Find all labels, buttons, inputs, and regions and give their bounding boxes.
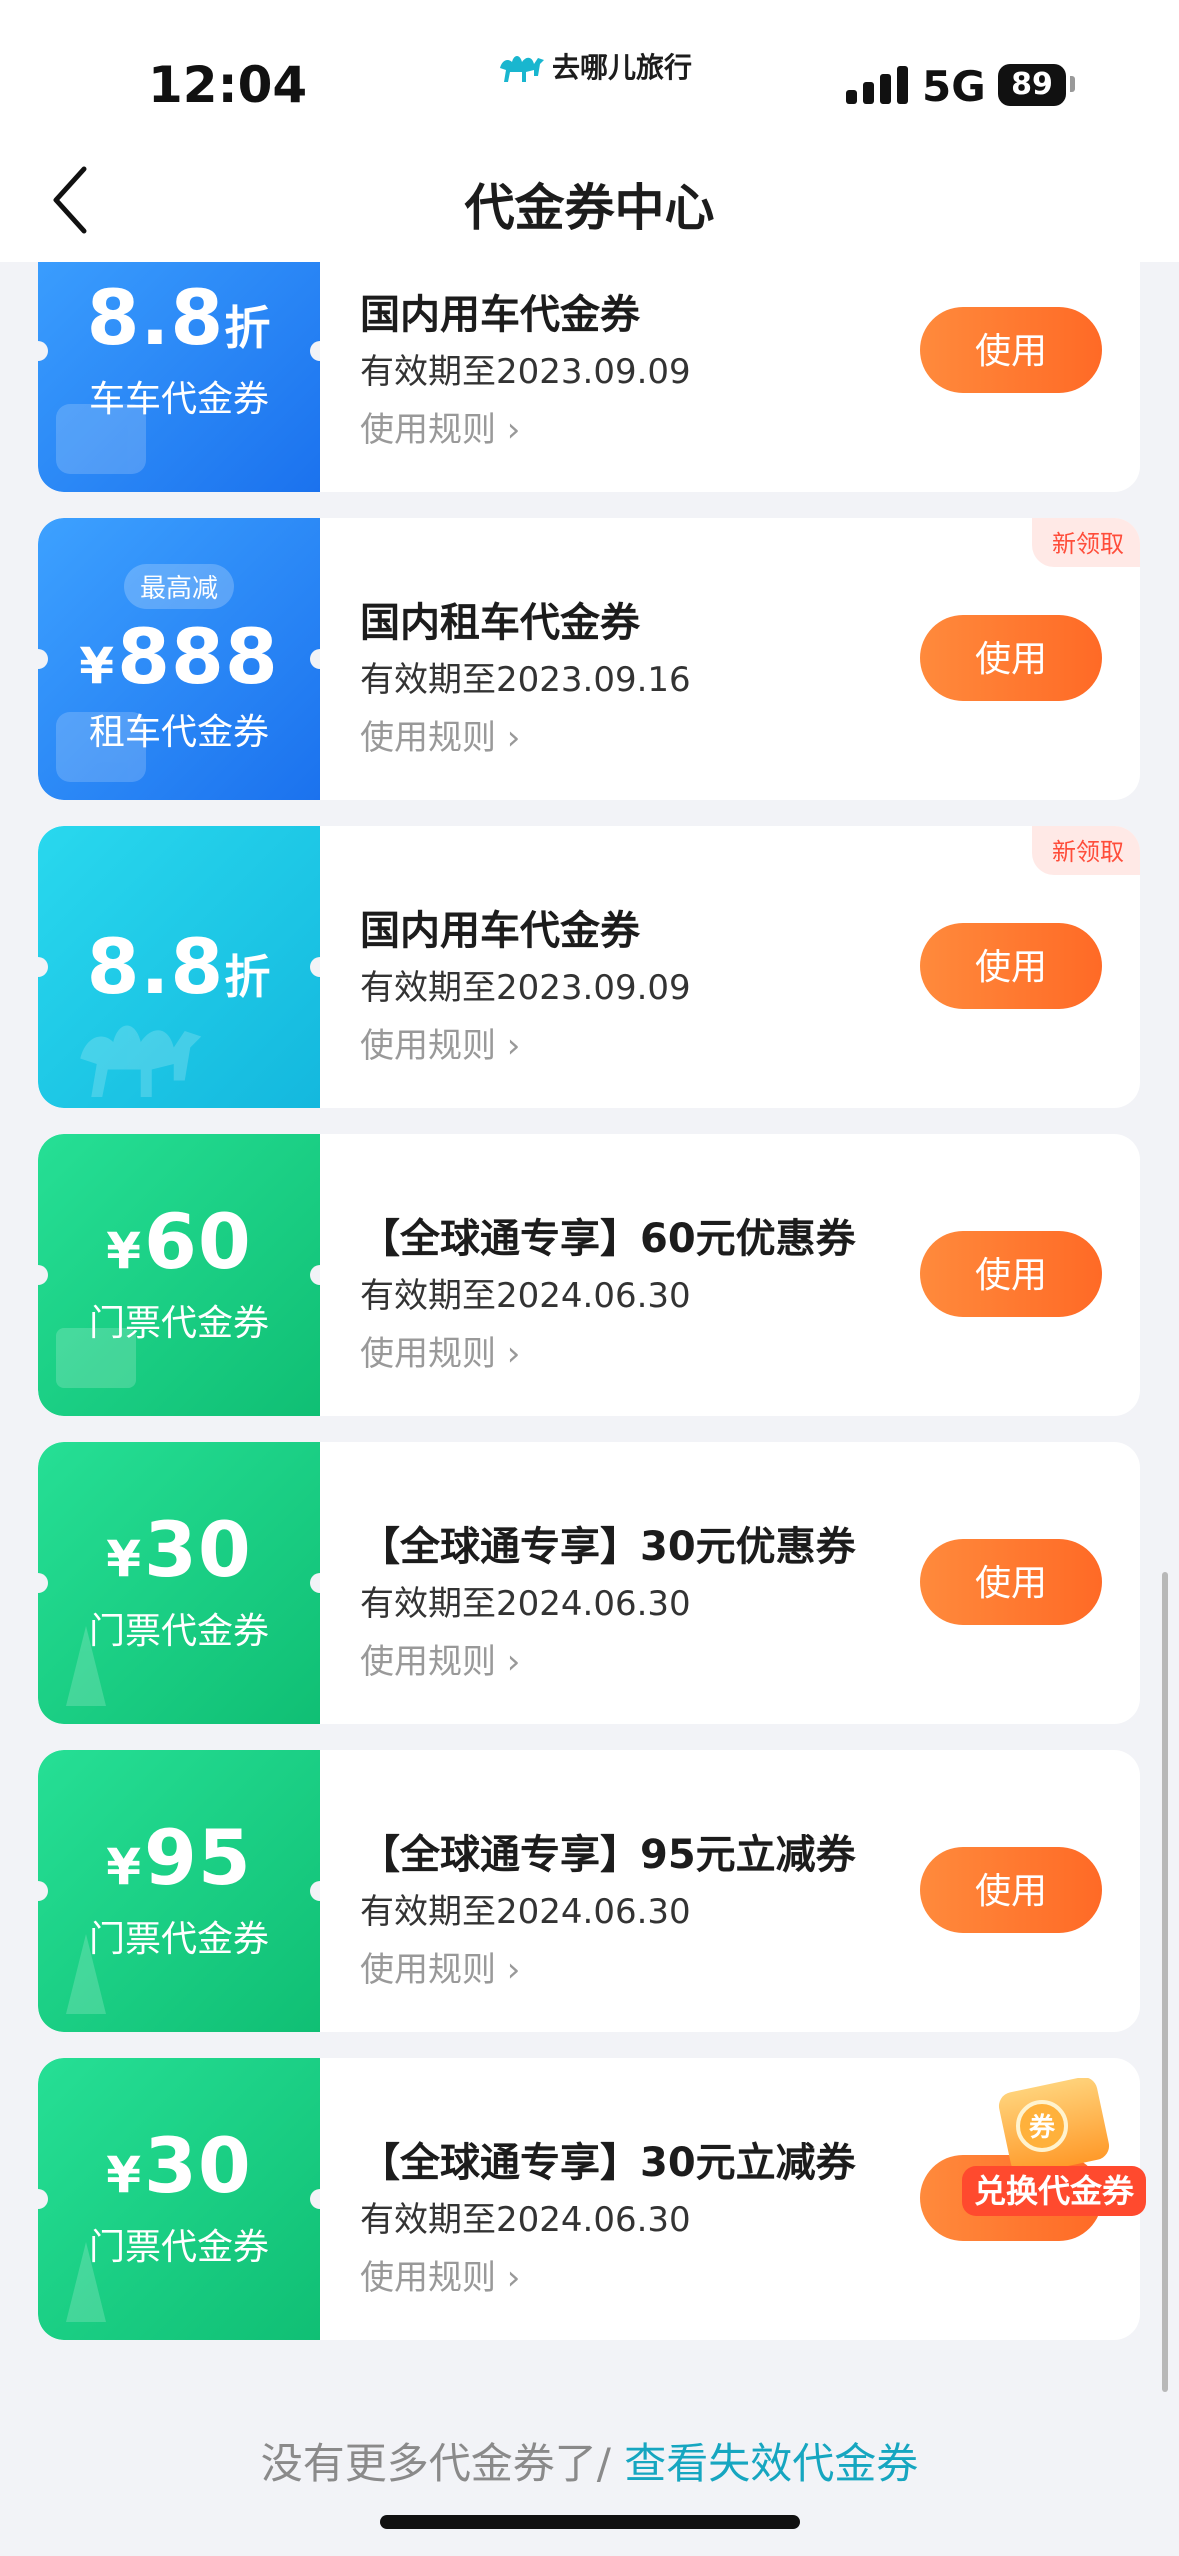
coupon-amount: ¥95 [106, 1813, 252, 1902]
list-footer: 没有更多代金券了/ 查看失效代金券 [0, 2430, 1179, 2491]
coupon-amount: ¥30 [106, 2121, 252, 2210]
coupon-rules-link[interactable]: 使用规则 › [360, 710, 520, 759]
use-button[interactable]: 使用 [920, 1231, 1102, 1317]
home-indicator[interactable] [380, 2515, 800, 2529]
use-button[interactable]: 使用 [920, 923, 1102, 1009]
network-type: 5G [922, 62, 986, 111]
coupon-stub: ¥60 门票代金券 [38, 1134, 320, 1416]
coupon-stub: ¥95 门票代金券 [38, 1750, 320, 2032]
coupon-rules-link[interactable]: 使用规则 › [360, 1942, 520, 1991]
coupon-stub: ¥30 门票代金券 [38, 1442, 320, 1724]
coupon-stub-label: 门票代金券 [88, 1303, 269, 1344]
redeem-label: 兑换代金券 [974, 2172, 1135, 2210]
coupon-card: ¥60 门票代金券 【全球通专享】60元优惠券 有效期至2024.06.30 使… [38, 1134, 1140, 1416]
coupon-validity: 有效期至2023.09.09 [360, 968, 691, 1008]
coupon-amount: 8.8折 [86, 922, 272, 1011]
app-label: 去哪儿旅行 [496, 46, 692, 86]
page-title: 代金券中心 [464, 179, 715, 237]
coupon-rules-link[interactable]: 使用规则 › [360, 1326, 520, 1375]
coupon-stub: 8.8折 [38, 826, 320, 1108]
coupon-card: ¥30 门票代金券 【全球通专享】30元优惠券 有效期至2024.06.30 使… [38, 1442, 1140, 1724]
camel-logo-icon [500, 56, 544, 82]
coupon-title: 国内租车代金券 [360, 600, 640, 646]
top-bar: 12:04 去哪儿旅行 5G 89 代金券中心 [0, 0, 1179, 262]
coupon-stub: ¥30 门票代金券 [38, 2058, 320, 2340]
camel-watermark-icon [80, 1025, 202, 1097]
coupon-validity: 有效期至2023.09.16 [360, 660, 691, 700]
scrollbar[interactable] [1162, 1572, 1168, 2392]
coupon-title: 【全球通专享】30元立减券 [360, 2140, 856, 2186]
coupon-card: ¥95 门票代金券 【全球通专享】95元立减券 有效期至2024.06.30 使… [38, 1750, 1140, 2032]
no-more-text: 没有更多代金券了/ [260, 2439, 625, 2488]
status-time: 12:04 [148, 56, 308, 114]
use-button[interactable]: 使用 [920, 615, 1102, 701]
coupon-stub-label: 门票代金券 [88, 1919, 269, 1960]
coupon-amount: ¥60 [106, 1197, 252, 1286]
redeem-icon-text: 券 [1029, 2113, 1056, 2143]
redeem-coupon-button[interactable]: 券 兑换代金券 [956, 2077, 1152, 2228]
coupon-amount: 8.8折 [86, 273, 272, 362]
coupon-validity: 有效期至2024.06.30 [360, 1276, 691, 1316]
coupon-title: 国内用车代金券 [360, 908, 640, 954]
coupon-rules-link[interactable]: 使用规则 › [360, 2250, 520, 2299]
coupon-amount: ¥888 [79, 611, 279, 701]
coupon-rules-link[interactable]: 使用规则 › [360, 1018, 520, 1067]
coupon-title: 【全球通专享】95元立减券 [360, 1832, 856, 1878]
coupon-rules-link[interactable]: 使用规则 › [360, 1634, 520, 1683]
coupon-stub-label: 门票代金券 [88, 2227, 269, 2268]
coupon-validity: 有效期至2024.06.30 [360, 2200, 691, 2240]
coupon-amount: ¥30 [106, 1505, 252, 1594]
battery-icon: 89 [998, 64, 1066, 106]
coupon-title: 【全球通专享】60元优惠券 [360, 1216, 856, 1262]
use-button[interactable]: 使用 [920, 1847, 1102, 1933]
coupon-validity: 有效期至2024.06.30 [360, 1584, 691, 1624]
coupon-validity: 有效期至2024.06.30 [360, 1892, 691, 1932]
battery-tip [1070, 76, 1075, 92]
new-badge: 新领取 [1032, 826, 1140, 875]
use-button[interactable]: 使用 [920, 307, 1102, 393]
coupon-ticket-icon: 券 兑换代金券 [962, 2077, 1146, 2216]
coupon-title: 国内用车代金券 [360, 292, 640, 338]
coupon-stub: 最高减 ¥888 租车代金券 [38, 518, 320, 800]
coupon-card: 最高减 ¥888 租车代金券 新领取 国内租车代金券 有效期至2023.09.1… [38, 518, 1140, 800]
coupon-card: 8.8折 新领取 国内用车代金券 有效期至2023.09.09 使用规则 › 使… [38, 826, 1140, 1108]
view-expired-link[interactable]: 查看失效代金券 [624, 2439, 918, 2488]
coupon-stub-label: 门票代金券 [88, 1611, 269, 1652]
new-badge: 新领取 [1032, 518, 1140, 567]
coupon-stub-label: 车车代金券 [88, 379, 269, 420]
use-button[interactable]: 使用 [920, 1539, 1102, 1625]
coupon-stub-label: 租车代金券 [88, 711, 269, 753]
cellular-signal-icon [846, 66, 908, 104]
coupon-validity: 有效期至2023.09.09 [360, 352, 691, 392]
max-discount-pill: 最高减 [123, 563, 234, 609]
app-name: 去哪儿旅行 [552, 51, 693, 84]
coupon-rules-link[interactable]: 使用规则 › [360, 402, 520, 451]
coupon-title: 【全球通专享】30元优惠券 [360, 1524, 856, 1570]
